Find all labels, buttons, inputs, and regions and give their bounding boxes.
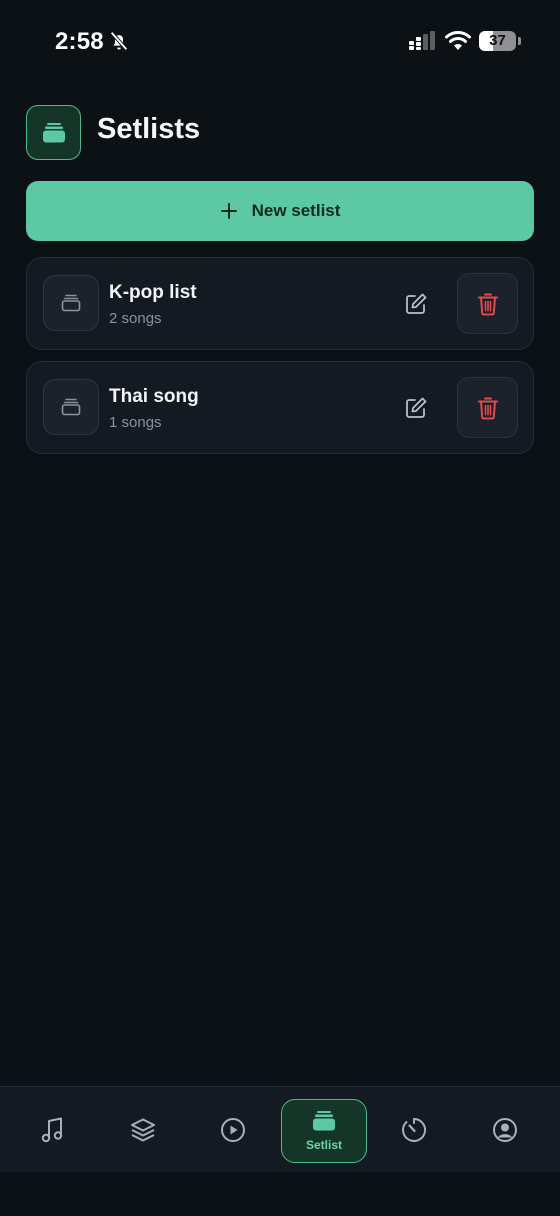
battery-icon: 37: [479, 31, 521, 51]
nav-profile[interactable]: [470, 1087, 540, 1173]
setlists-screen: 2:58 37 Setlists New setlist K-pop list …: [0, 0, 560, 1216]
stack-icon: [61, 294, 81, 312]
bottom-nav: Setlist: [0, 1086, 560, 1172]
setlist-logo: [26, 105, 81, 160]
layers-icon: [131, 1118, 155, 1142]
user-circle-icon: [493, 1118, 517, 1142]
stack-icon: [61, 398, 81, 416]
music-note-icon: [41, 1117, 63, 1143]
setlist-title: K-pop list: [109, 282, 197, 303]
setlist-song-count: 1 songs: [109, 414, 162, 431]
nav-metronome[interactable]: [379, 1087, 449, 1173]
edit-button[interactable]: [401, 289, 431, 319]
play-circle-icon: [221, 1118, 245, 1142]
trash-icon: [477, 293, 498, 315]
nav-songs[interactable]: [18, 1087, 88, 1173]
status-time: 2:58: [55, 28, 104, 55]
setlist-card[interactable]: K-pop list 2 songs: [26, 257, 534, 350]
bell-slash-icon: [110, 31, 128, 51]
delete-button[interactable]: [457, 273, 518, 334]
setlist-thumb: [43, 275, 99, 331]
battery-level: 37: [489, 32, 506, 49]
new-setlist-button[interactable]: New setlist: [26, 181, 534, 241]
setlist-song-count: 2 songs: [109, 310, 162, 327]
setlist-title: Thai song: [109, 386, 199, 407]
edit-icon: [406, 293, 427, 314]
setlist-card[interactable]: Thai song 1 songs: [26, 361, 534, 454]
page-title: Setlists: [97, 113, 201, 145]
plus-icon: [220, 203, 237, 219]
trash-icon: [477, 397, 498, 419]
stack-icon: [42, 122, 65, 142]
new-setlist-label: New setlist: [251, 201, 341, 220]
nav-library[interactable]: [108, 1087, 178, 1173]
cellular-signal-icon: [409, 31, 435, 50]
timer-icon: [402, 1117, 426, 1142]
edit-button[interactable]: [401, 393, 431, 423]
setlist-thumb: [43, 379, 99, 435]
nav-setlist[interactable]: Setlist: [281, 1099, 367, 1163]
nav-player[interactable]: [198, 1087, 268, 1173]
nav-setlist-label: Setlist: [305, 1138, 342, 1152]
setlist-icon: [313, 1111, 335, 1131]
status-bar: 2:58 37: [0, 0, 560, 84]
delete-button[interactable]: [457, 377, 518, 438]
edit-icon: [406, 397, 427, 418]
wifi-icon: [445, 31, 471, 50]
home-indicator-area: [0, 1172, 560, 1216]
